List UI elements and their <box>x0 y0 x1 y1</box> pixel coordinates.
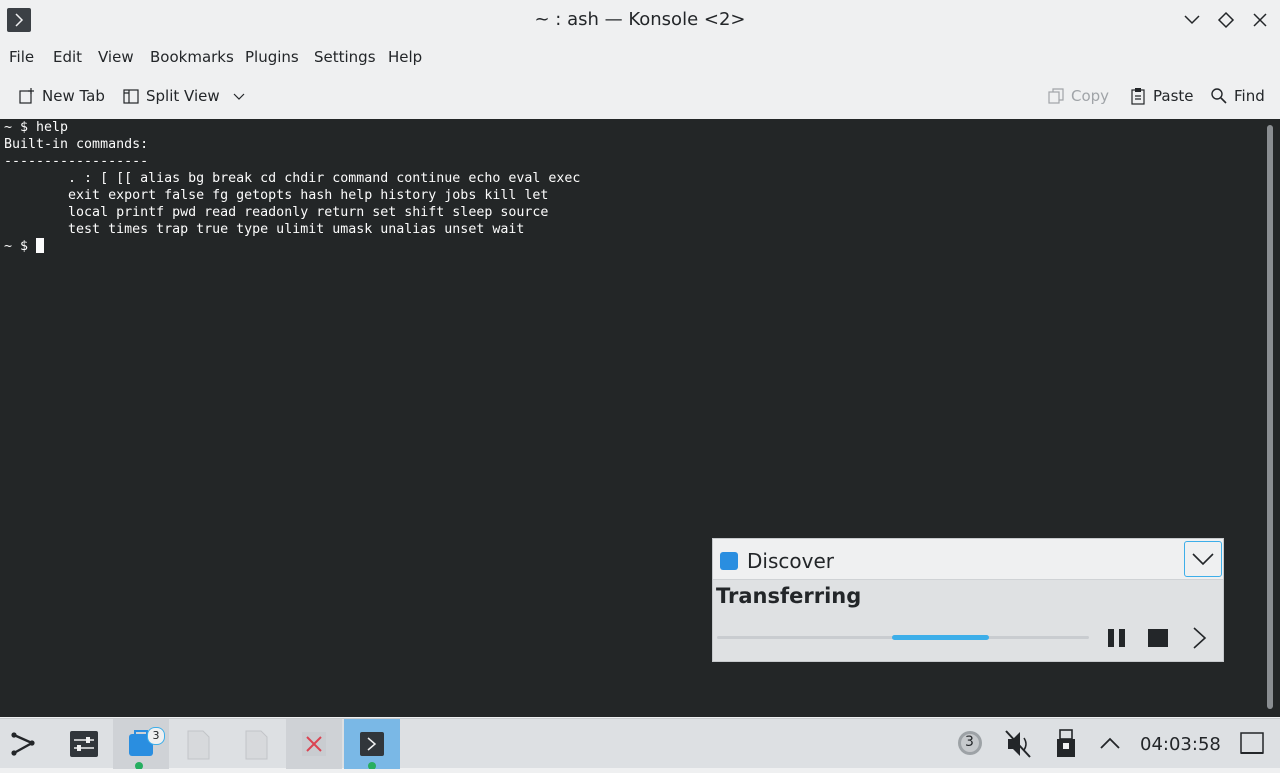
find-label: Find <box>1234 87 1265 105</box>
menu-file[interactable]: File <box>9 48 34 66</box>
window-title: ~ : ash — Konsole <2> <box>534 9 746 30</box>
terminal-line: exit export false fg getopts hash help h… <box>4 188 549 203</box>
pause-icon <box>1108 629 1125 647</box>
close-button[interactable] <box>1250 10 1270 30</box>
minimize-button[interactable] <box>1182 10 1202 30</box>
show-desktop-button[interactable] <box>1232 719 1272 769</box>
taskbar: 3 3 04:03:58 <box>0 718 1280 770</box>
close-icon <box>1253 13 1267 27</box>
split-view-icon <box>123 89 139 104</box>
terminal-scrollbar[interactable] <box>1264 119 1280 717</box>
tray-volume[interactable] <box>998 719 1038 769</box>
application-launcher[interactable] <box>0 719 52 769</box>
menu-plugins[interactable]: Plugins <box>245 48 299 66</box>
terminal-line: Built-in commands: <box>4 137 149 152</box>
clock[interactable]: 04:03:58 <box>1140 734 1221 755</box>
document-icon <box>187 730 210 760</box>
paste-icon <box>1131 88 1145 105</box>
search-icon <box>1211 88 1227 104</box>
maximize-button[interactable] <box>1216 10 1236 30</box>
launcher-icon <box>11 732 35 756</box>
error-icon <box>302 732 326 756</box>
document-icon <box>245 730 268 760</box>
find-button[interactable]: Find <box>1210 84 1265 108</box>
menu-bar: File Edit View Bookmarks Plugins Setting… <box>0 40 1280 74</box>
title-bar: ~ : ash — Konsole <2> <box>0 0 1280 40</box>
taskbar-document-2[interactable] <box>228 719 284 769</box>
toolbar: New Tab Split View Copy Paste Find <box>0 76 1280 116</box>
menu-view[interactable]: View <box>98 48 134 66</box>
terminal-line: ~ $ help <box>4 120 69 135</box>
menu-bookmarks[interactable]: Bookmarks <box>150 48 234 66</box>
split-view-label: Split View <box>146 87 220 105</box>
taskbar-document-1[interactable] <box>170 719 226 769</box>
tray-notification-count: 3 <box>965 734 974 750</box>
show-desktop-icon <box>1240 732 1264 754</box>
stop-button[interactable] <box>1146 625 1170 651</box>
terminal-line: . : [ [[ alias bg break cd chdir command… <box>4 171 581 186</box>
notification-app-name: Discover <box>747 549 834 573</box>
chevron-down-icon <box>1192 553 1214 566</box>
new-tab-button[interactable]: New Tab <box>18 84 105 108</box>
volume-muted-icon <box>1005 730 1031 758</box>
chevron-down-icon <box>1184 15 1200 25</box>
chevron-up-icon <box>1100 737 1120 749</box>
transfer-progress-bar <box>717 635 1089 640</box>
terminal-line: local printf pwd read readonly return se… <box>4 205 549 220</box>
job-notification-popup: Discover Transferring <box>712 538 1224 662</box>
konsole-icon <box>360 732 384 770</box>
notification-header: Discover <box>713 539 1223 580</box>
collapse-notification-button[interactable] <box>1184 541 1222 577</box>
new-tab-label: New Tab <box>42 87 105 105</box>
usb-drive-icon <box>1057 729 1075 757</box>
taskbar-system-settings[interactable] <box>56 719 112 769</box>
split-view-button[interactable]: Split View <box>122 84 246 108</box>
copy-label: Copy <box>1071 87 1110 105</box>
stop-icon <box>1148 629 1168 647</box>
menu-settings[interactable]: Settings <box>314 48 376 66</box>
terminal-cursor <box>36 238 45 253</box>
scrollbar-thumb[interactable] <box>1267 125 1273 709</box>
menu-edit[interactable]: Edit <box>53 48 82 66</box>
menu-help[interactable]: Help <box>388 48 422 66</box>
diamond-icon <box>1217 11 1235 29</box>
taskbar-konsole[interactable] <box>344 719 400 770</box>
copy-icon <box>1048 88 1064 104</box>
copy-button[interactable]: Copy <box>1047 84 1109 108</box>
new-tab-icon <box>19 88 34 104</box>
tray-removable-device[interactable] <box>1046 719 1086 769</box>
chevron-right-icon <box>1193 627 1207 649</box>
terminal-line: test times trap true type ulimit umask u… <box>4 222 525 237</box>
notification-status: Transferring <box>716 584 862 608</box>
taskbar-error-window[interactable] <box>286 719 342 769</box>
settings-sliders-icon <box>70 731 98 757</box>
chevron-down-icon <box>233 93 245 100</box>
tray-expand[interactable] <box>1090 719 1130 769</box>
taskbar-discover[interactable]: 3 <box>113 719 169 770</box>
terminal-line: ------------------ <box>4 154 149 169</box>
terminal-prompt: ~ $ <box>4 239 37 254</box>
discover-app-icon <box>720 552 738 570</box>
paste-label: Paste <box>1153 87 1194 105</box>
pause-button[interactable] <box>1105 625 1129 651</box>
tray-notifications[interactable]: 3 <box>950 719 990 769</box>
terminal-output: ~ $ help Built-in commands: ------------… <box>4 119 580 255</box>
paste-button[interactable]: Paste <box>1129 84 1194 108</box>
notification-count-badge: 3 <box>147 727 165 745</box>
details-button[interactable] <box>1187 625 1211 651</box>
progress-fill <box>891 635 989 640</box>
